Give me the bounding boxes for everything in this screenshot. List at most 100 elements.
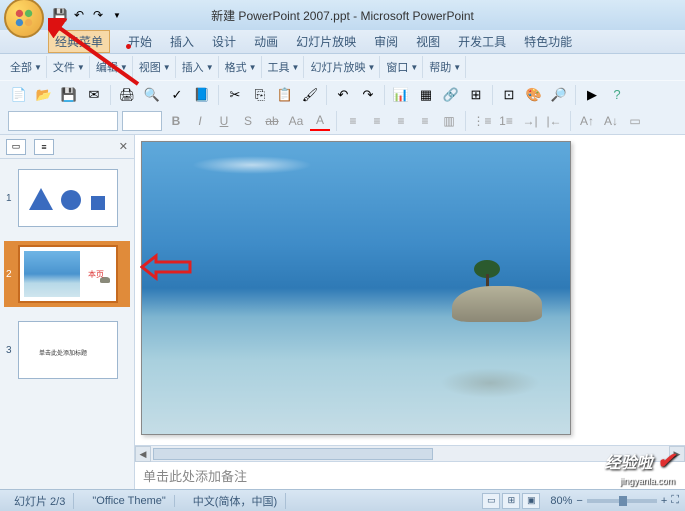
redo-icon[interactable]: ↷ [357, 84, 379, 106]
chart-icon[interactable]: 📊 [390, 84, 412, 106]
slideshow-icon[interactable]: ▶ [581, 84, 603, 106]
separator [336, 111, 337, 131]
tab-design[interactable]: 设计 [212, 33, 236, 50]
language-indicator[interactable]: 中文(简体，中国) [185, 493, 286, 509]
shadow-button[interactable]: S [238, 111, 258, 131]
menu-help[interactable]: 帮助▼ [425, 56, 466, 78]
tab-insert[interactable]: 插入 [170, 33, 194, 50]
tab-animation[interactable]: 动画 [254, 33, 278, 50]
strike-button[interactable]: ab [262, 111, 282, 131]
slide-thumb-2[interactable]: 2 本页 [4, 241, 130, 307]
painter-icon[interactable]: 🖌 [299, 84, 321, 106]
zoom-out-icon[interactable]: − [576, 495, 582, 507]
cut-icon[interactable]: ✂ [224, 84, 246, 106]
italic-button[interactable]: I [190, 111, 210, 131]
grid-icon[interactable]: ⊡ [498, 84, 520, 106]
paste-icon[interactable]: 📋 [274, 84, 296, 106]
font-selector[interactable] [8, 111, 118, 131]
undo-icon[interactable]: ↶ [332, 84, 354, 106]
tab-special[interactable]: 特色功能 [524, 33, 572, 50]
slides-tab[interactable]: ▭ [6, 139, 26, 155]
open-icon[interactable]: 📂 [33, 84, 55, 106]
menu-all[interactable]: 全部▼ [6, 56, 47, 78]
zoom-icon[interactable]: 🔎 [548, 84, 570, 106]
slideshow-view-icon[interactable]: ▣ [522, 493, 540, 509]
columns-icon[interactable]: ▥ [439, 111, 459, 131]
bold-button[interactable]: B [166, 111, 186, 131]
menu-file[interactable]: 文件▼ [49, 56, 90, 78]
slide-thumb-1[interactable]: 1 [4, 165, 130, 231]
menu-insert[interactable]: 插入▼ [178, 56, 219, 78]
grow-font-icon[interactable]: A↑ [577, 111, 597, 131]
align-center-icon[interactable]: ≡ [367, 111, 387, 131]
qat-dropdown-icon[interactable]: ▼ [109, 7, 125, 23]
increase-indent-icon[interactable]: →| [520, 111, 540, 131]
copy-icon[interactable]: ⎘ [249, 84, 271, 106]
photo-preview [24, 251, 80, 297]
menu-view[interactable]: 视图▼ [135, 56, 176, 78]
color-icon[interactable]: 🎨 [523, 84, 545, 106]
slide-indicator: 幻灯片 2/3 [6, 493, 74, 509]
normal-view-icon[interactable]: ▭ [482, 493, 500, 509]
tab-view[interactable]: 视图 [416, 33, 440, 50]
zoom-value[interactable]: 80% [550, 495, 572, 507]
tables-icon[interactable]: ⊞ [465, 84, 487, 106]
redo-icon[interactable]: ↷ [90, 7, 106, 23]
fontcolor-button[interactable]: A [310, 111, 330, 131]
hyperlink-icon[interactable]: 🔗 [440, 84, 462, 106]
close-panel-icon[interactable]: ✕ [119, 140, 128, 153]
decrease-indent-icon[interactable]: |← [544, 111, 564, 131]
separator [218, 85, 219, 105]
scrollbar-thumb[interactable] [153, 448, 433, 460]
theme-indicator: "Office Theme" [84, 495, 174, 507]
bullets-icon[interactable]: ⋮≡ [472, 111, 492, 131]
fontsize-selector[interactable] [122, 111, 162, 131]
help-icon[interactable]: ? [606, 84, 628, 106]
slide-text: 单击此处添加标题 [39, 348, 87, 357]
undo-icon[interactable]: ↶ [71, 7, 87, 23]
changecase-button[interactable]: Aa [286, 111, 306, 131]
notes-pane[interactable]: 单击此处添加备注 [135, 461, 685, 489]
slide-canvas[interactable] [141, 141, 571, 435]
quick-access-toolbar: 💾 ↶ ↷ ▼ [52, 7, 125, 23]
menu-slideshow[interactable]: 幻灯片放映▼ [306, 56, 380, 78]
tab-review[interactable]: 审阅 [374, 33, 398, 50]
save-icon[interactable]: 💾 [52, 7, 68, 23]
menu-edit[interactable]: 编辑▼ [92, 56, 133, 78]
canvas-viewport[interactable] [135, 135, 685, 445]
scroll-left-icon[interactable]: ◀ [135, 446, 151, 462]
slide-number: 3 [6, 345, 14, 356]
align-left-icon[interactable]: ≡ [343, 111, 363, 131]
slide-mark: 本页 [88, 269, 104, 280]
print-icon[interactable]: 🖨 [116, 84, 138, 106]
slide-thumb-3[interactable]: 3 单击此处添加标题 [4, 317, 130, 383]
table-icon[interactable]: ▦ [415, 84, 437, 106]
spell-icon[interactable]: ✓ [166, 84, 188, 106]
zoom-slider[interactable] [587, 499, 657, 503]
mail-icon[interactable]: ✉ [83, 84, 105, 106]
tab-home[interactable]: 开始 [128, 33, 152, 50]
tab-classic[interactable]: 经典菜单 [48, 30, 110, 53]
sorter-view-icon[interactable]: ⊞ [502, 493, 520, 509]
menu-format[interactable]: 格式▼ [221, 56, 262, 78]
rock [452, 286, 542, 322]
outline-tab[interactable]: ≡ [34, 139, 54, 155]
annotation-dot [126, 44, 131, 49]
preview-icon[interactable]: 🔍 [141, 84, 163, 106]
save-icon[interactable]: 💾 [58, 84, 80, 106]
tab-slideshow[interactable]: 幻灯片放映 [296, 33, 356, 50]
tab-developer[interactable]: 开发工具 [458, 33, 506, 50]
underline-button[interactable]: U [214, 111, 234, 131]
layout-icon[interactable]: ▭ [625, 111, 645, 131]
menu-tools[interactable]: 工具▼ [264, 56, 305, 78]
zoom-in-icon[interactable]: + [661, 495, 667, 507]
numbering-icon[interactable]: 1≡ [496, 111, 516, 131]
new-icon[interactable]: 📄 [8, 84, 30, 106]
justify-icon[interactable]: ≡ [415, 111, 435, 131]
horizontal-scrollbar[interactable]: ◀ ▶ [135, 445, 685, 461]
fit-icon[interactable]: ⛶ [671, 494, 679, 507]
shrink-font-icon[interactable]: A↓ [601, 111, 621, 131]
align-right-icon[interactable]: ≡ [391, 111, 411, 131]
menu-window[interactable]: 窗口▼ [382, 56, 423, 78]
research-icon[interactable]: 📘 [191, 84, 213, 106]
